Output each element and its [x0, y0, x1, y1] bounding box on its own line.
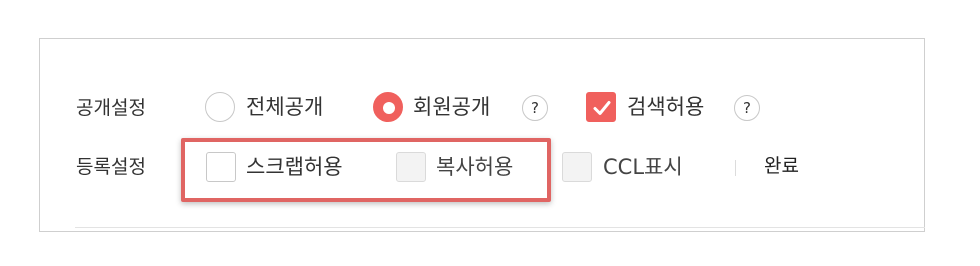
ccl-display-label: CCL표시 [603, 155, 683, 179]
register-settings-label: 등록설정 [76, 156, 146, 178]
settings-panel [39, 38, 925, 232]
radio-public-all-label: 전체공개 [246, 95, 324, 119]
help-icon-public[interactable]: ? [522, 95, 548, 121]
search-allow-label: 검색허용 [627, 95, 705, 119]
panel-divider [75, 227, 925, 228]
radio-public-all[interactable] [205, 92, 235, 122]
checkbox-ccl-display[interactable] [562, 152, 592, 182]
checkmark-icon [593, 101, 611, 115]
radio-members-only[interactable] [373, 92, 403, 122]
separator [735, 160, 736, 176]
help-icon-search[interactable]: ? [734, 95, 760, 121]
highlight-box [181, 138, 551, 202]
checkbox-search-allow[interactable] [586, 92, 616, 122]
radio-members-only-label: 회원공개 [413, 95, 491, 119]
done-button[interactable]: 완료 [764, 155, 799, 179]
public-settings-label: 공개설정 [76, 97, 146, 119]
